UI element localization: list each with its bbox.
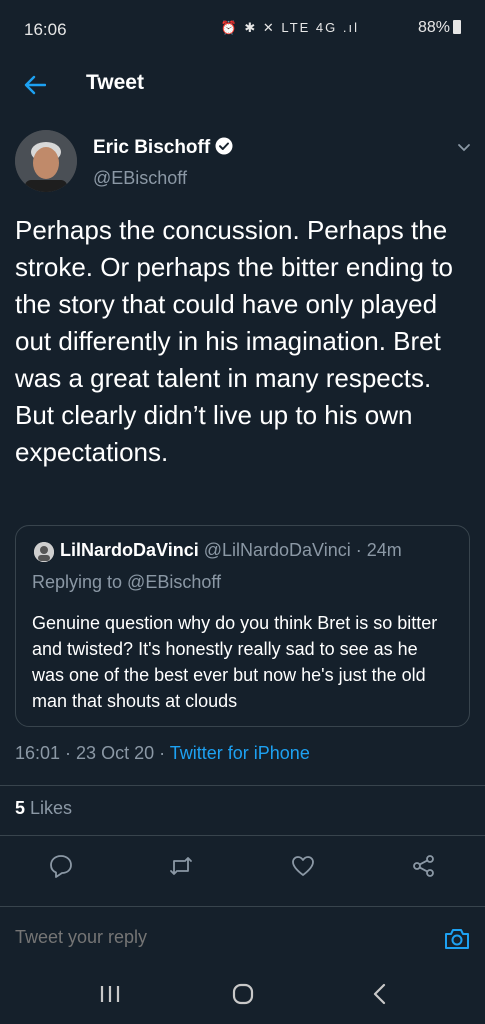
battery-icon (453, 20, 461, 34)
like-icon[interactable] (290, 853, 316, 879)
meta-separator: · (154, 743, 170, 763)
battery-percent: 88% (417, 19, 450, 36)
meta-separator: · (60, 743, 77, 763)
likes-count[interactable]: 5 Likes (15, 798, 72, 819)
quote-avatar (34, 542, 54, 562)
retweet-icon[interactable] (168, 853, 194, 879)
divider (0, 785, 485, 786)
app-header: Tweet (0, 60, 485, 110)
chevron-down-icon[interactable] (456, 140, 472, 156)
author-name-row[interactable]: Eric Bischoff (93, 137, 233, 161)
author-avatar[interactable] (15, 130, 77, 192)
home-icon[interactable] (232, 983, 254, 1010)
reply-icon[interactable] (48, 853, 74, 879)
author-name[interactable]: Eric Bischoff (93, 137, 210, 158)
tweet-source-link[interactable]: Twitter for iPhone (170, 743, 310, 763)
quote-timestamp: 24m (366, 540, 402, 560)
status-icons: ⏰ ✱ ✕ LTE 4G .ıl (220, 20, 359, 35)
quote-text: Genuine question why do you think Bret i… (32, 613, 438, 711)
status-time: 16:06 (24, 20, 67, 39)
author-handle[interactable]: @EBischoff (93, 168, 187, 189)
page-title: Tweet (86, 71, 144, 94)
quote-replying-to: Replying to @EBischoff (32, 572, 222, 592)
divider (0, 835, 485, 836)
tweet-time: 16:01 (15, 743, 61, 763)
tweet-date: 23 Oct 20 (76, 743, 155, 763)
camera-icon[interactable] (442, 924, 472, 954)
quote-header: LilNardoDaVinci @LilNardoDaVinci · 24m (60, 540, 402, 561)
battery-indicator: 88% (418, 19, 461, 37)
share-icon[interactable] (411, 853, 437, 879)
back-arrow-icon[interactable] (18, 68, 52, 102)
divider (0, 906, 485, 907)
quote-author-name: LilNardoDaVinci (60, 540, 199, 560)
reply-input[interactable] (15, 927, 415, 948)
tweet-meta: 16:01 · 23 Oct 20 · Twitter for iPhone (15, 743, 310, 764)
quoted-tweet[interactable]: LilNardoDaVinci @LilNardoDaVinci · 24m R… (15, 525, 470, 727)
tweet-text: Perhaps the concussion. Perhaps the stro… (15, 215, 453, 467)
likes-label: Likes (30, 798, 73, 818)
tweet-actions (0, 845, 485, 885)
quote-separator: · (350, 540, 367, 560)
recent-apps-icon[interactable] (98, 984, 122, 1009)
likes-number: 5 (15, 798, 26, 818)
back-nav-icon[interactable] (370, 983, 390, 1010)
system-nav-bar (0, 964, 485, 1024)
quote-author-handle: @LilNardoDaVinci (203, 540, 351, 560)
verified-badge-icon (215, 137, 233, 161)
status-bar: 16:06 ⏰ ✱ ✕ LTE 4G .ıl 88% (0, 0, 485, 60)
